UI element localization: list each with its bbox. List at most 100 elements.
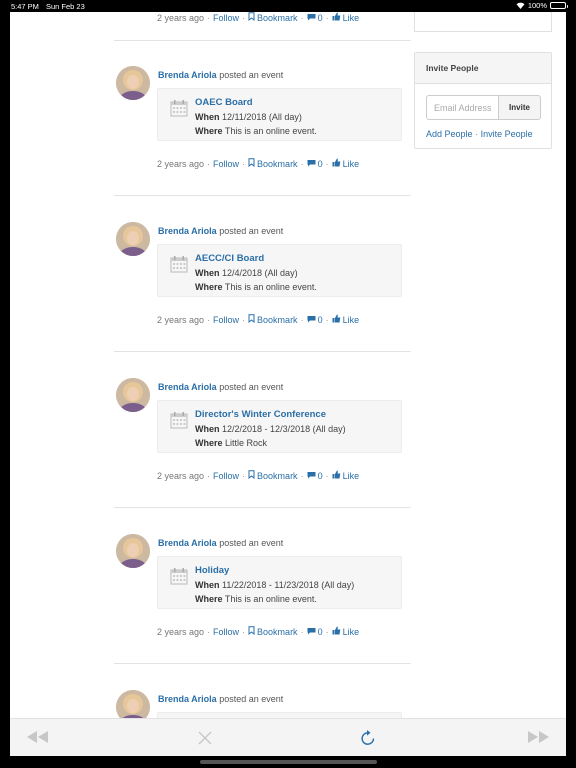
- bookmark-link[interactable]: Bookmark: [257, 13, 298, 23]
- time-ago: 2 years ago: [157, 626, 205, 637]
- author-link[interactable]: Brenda Ariola: [158, 226, 217, 236]
- time-ago: 2 years ago: [157, 158, 205, 169]
- event-title-link[interactable]: AECC/CI Board: [195, 253, 264, 264]
- like-icon[interactable]: [332, 314, 341, 325]
- comment-count[interactable]: 0: [318, 13, 323, 23]
- event-card: Director's Winter Conference When 12/2/2…: [157, 400, 402, 453]
- time-ago: 2 years ago: [157, 314, 205, 325]
- follow-link[interactable]: Follow: [213, 471, 239, 481]
- wifi-icon: [516, 2, 525, 9]
- feed-item-header: Brenda Ariola posted an event: [158, 694, 283, 704]
- comment-icon[interactable]: [307, 315, 316, 325]
- bookmark-link[interactable]: Bookmark: [257, 627, 298, 637]
- feed-item-meta: 2 years ago · Follow · Bookmark · 0 · Li…: [157, 314, 360, 325]
- follow-link[interactable]: Follow: [213, 13, 239, 23]
- like-link[interactable]: Like: [343, 13, 360, 23]
- home-indicator[interactable]: [200, 760, 377, 764]
- bookmark-link[interactable]: Bookmark: [257, 315, 298, 325]
- avatar[interactable]: [116, 690, 150, 718]
- event-title-link[interactable]: Director's Winter Conference: [195, 409, 326, 420]
- invite-links: Add People · Invite People: [426, 129, 533, 139]
- bookmark-link[interactable]: Bookmark: [257, 159, 298, 169]
- where-label: Where: [195, 282, 223, 292]
- reload-icon[interactable]: [360, 729, 376, 748]
- comment-icon[interactable]: [307, 627, 316, 637]
- like-icon[interactable]: [332, 470, 341, 481]
- stop-icon[interactable]: [198, 731, 212, 747]
- event-where: Where This is an online event.: [195, 126, 317, 136]
- invite-widget-title: Invite People: [415, 53, 551, 84]
- avatar[interactable]: [116, 378, 150, 412]
- like-icon[interactable]: [332, 12, 341, 23]
- bookmark-icon[interactable]: [248, 158, 255, 169]
- bookmark-icon[interactable]: [248, 626, 255, 637]
- feed-item-header: Brenda Ariola posted an event: [158, 226, 283, 236]
- event-title-link[interactable]: OAEC Board: [195, 97, 253, 108]
- comment-icon[interactable]: [307, 471, 316, 481]
- comment-count[interactable]: 0: [318, 159, 323, 169]
- when-value: 12/2/2018 - 12/3/2018 (All day): [222, 424, 346, 434]
- like-link[interactable]: Like: [343, 159, 360, 169]
- event-when: When 12/11/2018 (All day): [195, 112, 302, 122]
- event-when: When 12/2/2018 - 12/3/2018 (All day): [195, 424, 346, 434]
- bookmark-icon[interactable]: [248, 314, 255, 325]
- like-icon[interactable]: [332, 158, 341, 169]
- event-when: When 12/4/2018 (All day): [195, 268, 298, 278]
- invite-button[interactable]: Invite: [498, 95, 541, 120]
- event-where: Where This is an online event.: [195, 282, 317, 292]
- back-icon[interactable]: [26, 730, 50, 746]
- follow-link[interactable]: Follow: [213, 315, 239, 325]
- add-people-link[interactable]: Add People: [426, 129, 473, 139]
- activity-action: posted an event: [219, 226, 284, 236]
- event-card: OAEC Board When 12/11/2018 (All day) Whe…: [157, 88, 402, 141]
- author-link[interactable]: Brenda Ariola: [158, 694, 217, 704]
- follow-link[interactable]: Follow: [213, 627, 239, 637]
- when-value: 12/4/2018 (All day): [222, 268, 298, 278]
- when-label: When: [195, 268, 220, 278]
- bookmark-icon[interactable]: [248, 12, 255, 23]
- where-value: This is an online event.: [224, 126, 317, 136]
- feed-divider: [114, 507, 411, 508]
- feed-item-header: Brenda Ariola posted an event: [158, 538, 283, 548]
- comment-icon[interactable]: [307, 13, 316, 23]
- author-link[interactable]: Brenda Ariola: [158, 70, 217, 80]
- comment-count[interactable]: 0: [318, 471, 323, 481]
- like-link[interactable]: Like: [343, 627, 360, 637]
- battery-icon: [550, 2, 568, 9]
- feed-item-meta: 2 years ago · Follow · Bookmark · 0 · Li…: [157, 12, 360, 23]
- event-title-link[interactable]: Holiday: [195, 565, 229, 576]
- author-link[interactable]: Brenda Ariola: [158, 538, 217, 548]
- follow-link[interactable]: Follow: [213, 159, 239, 169]
- email-address-input[interactable]: [426, 95, 499, 120]
- like-link[interactable]: Like: [343, 315, 360, 325]
- like-link[interactable]: Like: [343, 471, 360, 481]
- feed-divider: [114, 663, 411, 664]
- activity-action: posted an event: [219, 70, 284, 80]
- comment-count[interactable]: 0: [318, 627, 323, 637]
- invite-people-widget: Invite People Invite Add People · Invite…: [414, 52, 552, 149]
- comment-count[interactable]: 0: [318, 315, 323, 325]
- battery-percent: 100%: [527, 1, 547, 10]
- bookmark-link[interactable]: Bookmark: [257, 471, 298, 481]
- invite-people-link[interactable]: Invite People: [481, 129, 533, 139]
- bookmark-icon[interactable]: [248, 470, 255, 481]
- feed-item: Brenda Ariola posted an event OAEC Board…: [114, 66, 411, 176]
- where-value: Little Rock: [225, 438, 268, 448]
- avatar[interactable]: [116, 534, 150, 568]
- forward-icon[interactable]: [526, 730, 550, 746]
- status-time: 5:47 PM: [11, 2, 39, 11]
- feed-item-meta: 2 years ago · Follow · Bookmark · 0 · Li…: [157, 470, 360, 481]
- event-where: Where This is an online event.: [195, 594, 317, 604]
- calendar-icon: [170, 255, 188, 273]
- feed-divider: [114, 195, 411, 196]
- author-link[interactable]: Brenda Ariola: [158, 382, 217, 392]
- avatar[interactable]: [116, 66, 150, 100]
- feed-item-partial-top: 2 years ago · Follow · Bookmark · 0 · Li…: [114, 12, 411, 23]
- event-where: Where Little Rock: [195, 438, 267, 448]
- where-value: This is an online event.: [224, 594, 317, 604]
- feed-item-meta: 2 years ago · Follow · Bookmark · 0 · Li…: [157, 158, 360, 169]
- browser-toolbar: [10, 718, 566, 756]
- avatar[interactable]: [116, 222, 150, 256]
- comment-icon[interactable]: [307, 159, 316, 169]
- like-icon[interactable]: [332, 626, 341, 637]
